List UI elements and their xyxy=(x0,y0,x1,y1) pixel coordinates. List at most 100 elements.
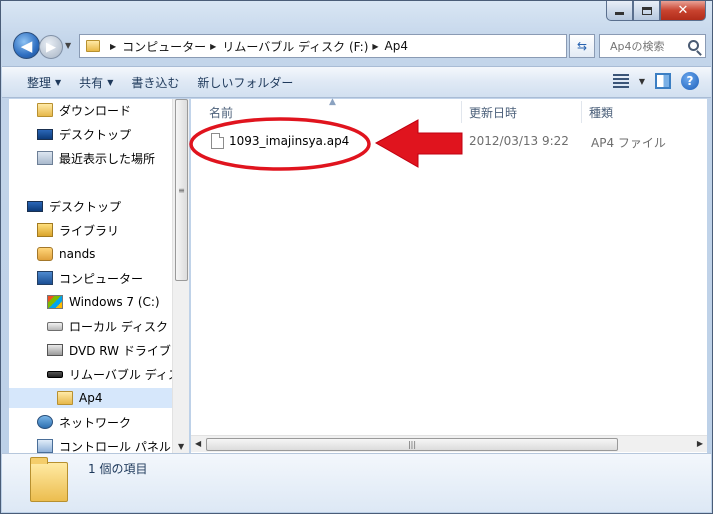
tree-item-dvd-drive[interactable]: DVD RW ドライブ xyxy=(47,340,171,360)
folder-icon xyxy=(30,457,68,502)
minimize-icon xyxy=(615,12,624,15)
address-bar[interactable]: ▶ コンピューター ▶ リムーバブル ディスク (F:) ▶ Ap4 xyxy=(79,34,567,58)
burn-label: 書き込む xyxy=(131,75,180,90)
column-header-label: 種類 xyxy=(589,105,614,120)
tree-item-ap4-selected[interactable]: Ap4 xyxy=(9,388,172,408)
back-button[interactable]: ◀ xyxy=(13,32,40,59)
windows-drive-icon xyxy=(47,295,63,309)
computer-icon xyxy=(37,271,53,285)
tree-item-label: 最近表示した場所 xyxy=(59,151,156,166)
view-dropdown-icon[interactable]: ▼ xyxy=(639,77,645,86)
navigation-pane: ダウンロード デスクトップ 最近表示した場所 デスクトップ ライブラリ nand… xyxy=(9,99,189,453)
recent-pages-dropdown[interactable]: ▼ xyxy=(65,41,71,50)
forward-arrow-icon: ▶ xyxy=(46,39,56,55)
tree-item-computer[interactable]: コンピューター xyxy=(37,268,143,288)
command-bar: 整理 ▼ 共有 ▼ 書き込む 新しいフォルダー ▼ ? xyxy=(2,66,711,98)
tree-item-label: ライブラリ xyxy=(59,223,120,238)
tree-item-recent-places[interactable]: 最近表示した場所 xyxy=(37,148,155,168)
file-name[interactable]: 1093_imajinsya.ap4 xyxy=(229,134,349,148)
horizontal-scrollbar[interactable]: ◀ ||| ▶ xyxy=(191,435,707,452)
breadcrumb-separator-icon[interactable]: ▶ xyxy=(110,42,116,51)
tree-item-network[interactable]: ネットワーク xyxy=(37,412,131,432)
preview-pane-icon[interactable] xyxy=(655,73,671,89)
search-box[interactable] xyxy=(599,34,706,58)
breadcrumb-separator-icon[interactable]: ▶ xyxy=(210,42,216,51)
tree-item-desktop[interactable]: デスクトップ xyxy=(27,196,121,216)
column-header-modified[interactable]: 更新日時 xyxy=(469,99,517,125)
breadcrumb-removable-disk[interactable]: リムーバブル ディスク (F:) xyxy=(222,38,368,55)
tree-item-control-panel[interactable]: コントロール パネル xyxy=(37,436,171,453)
network-icon xyxy=(37,415,53,429)
caption-buttons: ✕ xyxy=(606,1,706,21)
tree-item-c-drive[interactable]: Windows 7 (C:) xyxy=(47,292,160,312)
breadcrumb-ap4[interactable]: Ap4 xyxy=(385,39,408,53)
column-divider[interactable] xyxy=(461,101,462,123)
maximize-button[interactable] xyxy=(633,1,660,21)
close-icon: ✕ xyxy=(677,3,689,18)
column-header-type[interactable]: 種類 xyxy=(589,99,613,125)
refresh-button[interactable]: ⇆ xyxy=(569,34,595,58)
file-type: AP4 ファイル xyxy=(591,136,666,150)
share-button[interactable]: 共有 ▼ xyxy=(70,74,122,91)
tree-item-label: コンピューター xyxy=(59,271,144,286)
sort-ascending-icon: ▲ xyxy=(329,97,336,107)
file-modified: 2012/03/13 9:22 xyxy=(469,134,569,148)
navpane-scrollbar[interactable]: ≡ ▼ xyxy=(172,99,189,453)
tree-item-label: Windows 7 (C:) xyxy=(69,295,160,309)
scroll-right-icon[interactable]: ▶ xyxy=(697,439,703,448)
tree-item-libraries[interactable]: ライブラリ xyxy=(37,220,119,240)
tree-item-label: ローカル ディスク xyxy=(69,319,168,334)
desktop-icon xyxy=(37,128,53,140)
column-divider[interactable] xyxy=(581,101,582,123)
download-folder-icon xyxy=(37,103,53,117)
column-header-name[interactable]: 名前 xyxy=(209,99,233,125)
tree-item-user[interactable]: nands xyxy=(37,244,95,264)
chevron-down-icon: ▼ xyxy=(107,77,114,87)
recent-places-icon xyxy=(37,151,53,165)
organize-button[interactable]: 整理 ▼ xyxy=(18,74,70,91)
dvd-drive-icon xyxy=(47,344,63,356)
tree-item-local-disk[interactable]: ローカル ディスク xyxy=(47,316,168,336)
share-label: 共有 xyxy=(79,75,104,90)
back-arrow-icon: ◀ xyxy=(20,36,33,55)
item-count: 1 個の項目 xyxy=(88,462,148,476)
view-controls: ▼ ? xyxy=(612,72,699,90)
scroll-down-icon[interactable]: ▼ xyxy=(178,442,184,451)
maximize-icon xyxy=(641,6,652,15)
file-list: 名前 ▲ 更新日時 種類 1093_imajinsya.ap4 2012/03/… xyxy=(191,97,707,453)
tree-item-label: Ap4 xyxy=(79,391,103,405)
desktop-icon xyxy=(27,200,43,212)
tree-item-removable-disk[interactable]: リムーバブル ディス xyxy=(47,364,180,384)
scrollbar-thumb[interactable]: ≡ xyxy=(175,99,188,281)
tree-item-label: ネットワーク xyxy=(59,415,132,430)
minimize-button[interactable] xyxy=(606,1,633,21)
removable-disk-icon xyxy=(47,370,63,378)
table-row[interactable]: 1093_imajinsya.ap4 2012/03/13 9:22 AP4 フ… xyxy=(205,131,666,153)
tree-item-downloads[interactable]: ダウンロード xyxy=(37,100,131,120)
new-folder-button[interactable]: 新しいフォルダー xyxy=(188,74,302,91)
help-button[interactable]: ? xyxy=(681,72,699,90)
tree-item-desktop-favorite[interactable]: デスクトップ xyxy=(37,124,131,144)
forward-button[interactable]: ▶ xyxy=(39,35,63,59)
search-icon[interactable] xyxy=(688,40,699,51)
tree-item-label: DVD RW ドライブ xyxy=(69,343,171,358)
close-button[interactable]: ✕ xyxy=(660,1,706,21)
scroll-left-icon[interactable]: ◀ xyxy=(195,439,201,448)
file-icon xyxy=(211,133,224,149)
column-header-label: 名前 xyxy=(209,105,234,120)
burn-button[interactable]: 書き込む xyxy=(122,74,188,91)
tree-item-label: コントロール パネル xyxy=(59,439,171,454)
breadcrumb: ▶ コンピューター ▶ リムーバブル ディスク (F:) ▶ Ap4 xyxy=(106,38,408,55)
library-icon xyxy=(37,223,53,237)
navigation-bar: ◀ ▶ ▼ ▶ コンピューター ▶ リムーバブル ディスク (F:) ▶ Ap4… xyxy=(9,31,706,61)
tree-item-label: デスクトップ xyxy=(49,199,122,214)
view-options-icon[interactable] xyxy=(612,74,629,88)
search-input[interactable] xyxy=(610,39,682,53)
local-disk-icon xyxy=(47,321,63,331)
chevron-down-icon: ▼ xyxy=(55,77,62,87)
new-folder-label: 新しいフォルダー xyxy=(197,75,294,90)
breadcrumb-separator-icon[interactable]: ▶ xyxy=(372,42,378,51)
tree-item-label: リムーバブル ディス xyxy=(69,367,180,382)
breadcrumb-computer[interactable]: コンピューター xyxy=(122,38,206,55)
scrollbar-thumb[interactable]: ||| xyxy=(206,438,618,451)
